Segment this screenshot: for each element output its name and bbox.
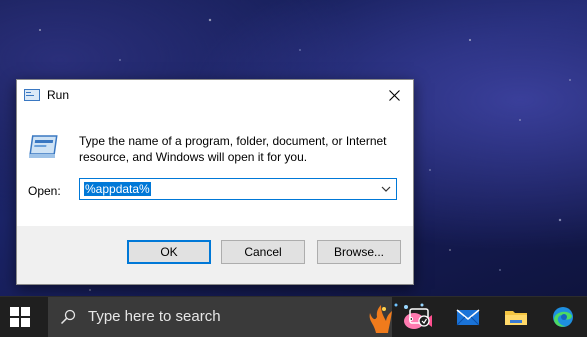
run-program-icon [29,135,58,158]
windows-start-icon[interactable] [10,307,30,327]
dialog-description: Type the name of a program, folder, docu… [79,134,387,164]
edge-icon[interactable] [551,305,575,329]
browse-button[interactable]: Browse... [317,240,401,264]
search-placeholder: Type here to search [88,308,221,325]
search-icon [60,309,76,325]
close-button[interactable] [375,80,413,110]
run-icon [24,89,40,101]
open-input[interactable]: %appdata% [84,182,151,196]
ok-button[interactable]: OK [127,240,211,264]
dialog-footer: OK Cancel Browse... [17,226,413,284]
run-dialog: Run Type the name of a program, folder, … [16,79,414,285]
title-bar[interactable]: Run [17,80,413,110]
open-label: Open: [28,184,61,198]
taskbar-search-box[interactable]: Type here to search [48,297,432,337]
chevron-down-icon[interactable] [380,183,392,195]
taskbar: Type here to search [0,296,587,337]
open-combobox[interactable]: %appdata% [79,178,397,200]
mail-icon[interactable] [456,305,480,329]
task-view-icon[interactable] [408,305,432,329]
dialog-title: Run [47,88,70,102]
cancel-button[interactable]: Cancel [221,240,305,264]
file-explorer-icon[interactable] [504,305,528,329]
close-icon [388,89,400,101]
